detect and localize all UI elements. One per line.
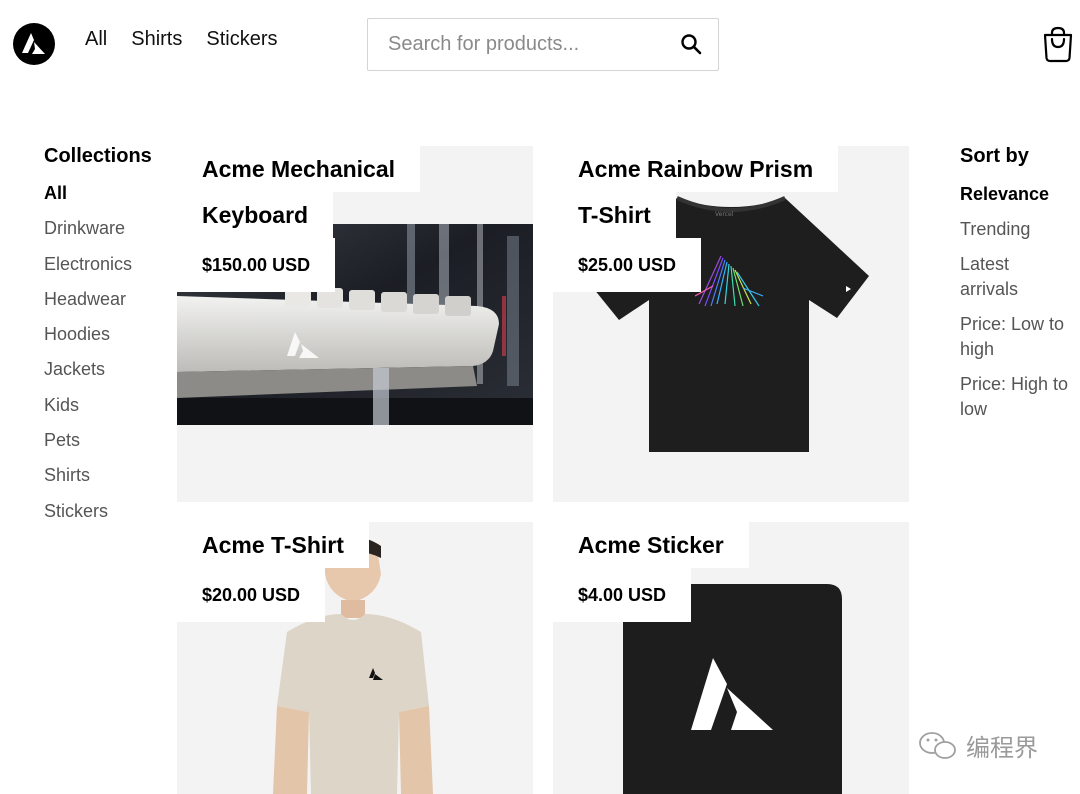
top-nav: All Shirts Stickers <box>85 27 301 51</box>
collection-item-headwear[interactable]: Headwear <box>44 288 174 323</box>
collections-title: Collections <box>44 145 152 167</box>
product-title: Acme Rainbow Prism <box>553 146 839 192</box>
product-title-line2: T-Shirt <box>553 192 676 238</box>
collection-item-drinkware[interactable]: Drinkware <box>44 217 174 252</box>
product-label: Acme Rainbow Prism T-Shirt $25.00 USD <box>553 146 839 292</box>
collection-item-kids[interactable]: Kids <box>44 394 174 429</box>
product-card-acme-tshirt[interactable]: Acme T-Shirt $20.00 USD <box>177 522 533 794</box>
sort-item-price-low-high[interactable]: Price: Low to high <box>960 312 1070 362</box>
product-title: Acme T-Shirt <box>177 522 369 568</box>
product-label: Acme T-Shirt $20.00 USD <box>177 522 369 622</box>
collection-item-stickers[interactable]: Stickers <box>44 500 174 535</box>
sort-item-relevance[interactable]: Relevance <box>960 182 1070 207</box>
product-label: Acme Mechanical Keyboard $150.00 USD <box>177 146 421 292</box>
nav-link-all[interactable]: All <box>85 27 107 51</box>
watermark: 编程界 <box>918 728 1038 763</box>
search-input[interactable] <box>368 19 668 70</box>
sort-list: Relevance Trending Latest arrivals Price… <box>960 182 1070 422</box>
sort-item-latest[interactable]: Latest arrivals <box>960 252 1070 302</box>
product-title-line2: Keyboard <box>177 192 334 238</box>
wechat-icon <box>919 731 956 759</box>
product-price: $20.00 USD <box>177 568 326 622</box>
product-title: Acme Sticker <box>553 522 749 568</box>
collection-item-all[interactable]: All <box>44 182 174 217</box>
collection-item-hoodies[interactable]: Hoodies <box>44 323 174 358</box>
store-logo[interactable] <box>13 23 55 65</box>
collection-item-jackets[interactable]: Jackets <box>44 358 174 393</box>
product-label: Acme Sticker $4.00 USD <box>553 522 749 622</box>
collection-item-shirts[interactable]: Shirts <box>44 464 174 499</box>
collection-item-pets[interactable]: Pets <box>44 429 174 464</box>
product-card-rainbow-tshirt[interactable]: Vercel Acme Rainbow Prism T-Shirt $25.00… <box>553 146 909 502</box>
sort-item-price-high-low[interactable]: Price: High to low <box>960 372 1070 422</box>
collections-list: All Drinkware Electronics Headwear Hoodi… <box>44 182 174 535</box>
product-price: $4.00 USD <box>553 568 692 622</box>
collections-sidebar: Collections All Drinkware Electronics He… <box>44 144 174 535</box>
nav-link-shirts[interactable]: Shirts <box>131 27 182 51</box>
nav-link-stickers[interactable]: Stickers <box>206 27 277 51</box>
product-price: $25.00 USD <box>553 238 702 292</box>
sort-title: Sort by <box>960 145 1029 167</box>
search-icon[interactable] <box>680 33 702 55</box>
product-price: $150.00 USD <box>177 238 336 292</box>
acme-logo-icon <box>22 33 45 54</box>
cart-button[interactable] <box>1041 25 1075 63</box>
product-card-keyboard[interactable]: Acme Mechanical Keyboard $150.00 USD <box>177 146 533 502</box>
shopping-bag-icon <box>1043 26 1073 63</box>
collection-item-electronics[interactable]: Electronics <box>44 253 174 288</box>
sort-item-trending[interactable]: Trending <box>960 217 1070 242</box>
search-box <box>367 18 719 71</box>
sort-sidebar: Sort by Relevance Trending Latest arriva… <box>960 144 1070 432</box>
product-card-acme-sticker[interactable]: Acme Sticker $4.00 USD <box>553 522 909 794</box>
product-title: Acme Mechanical <box>177 146 421 192</box>
watermark-text: 编程界 <box>966 735 1038 762</box>
